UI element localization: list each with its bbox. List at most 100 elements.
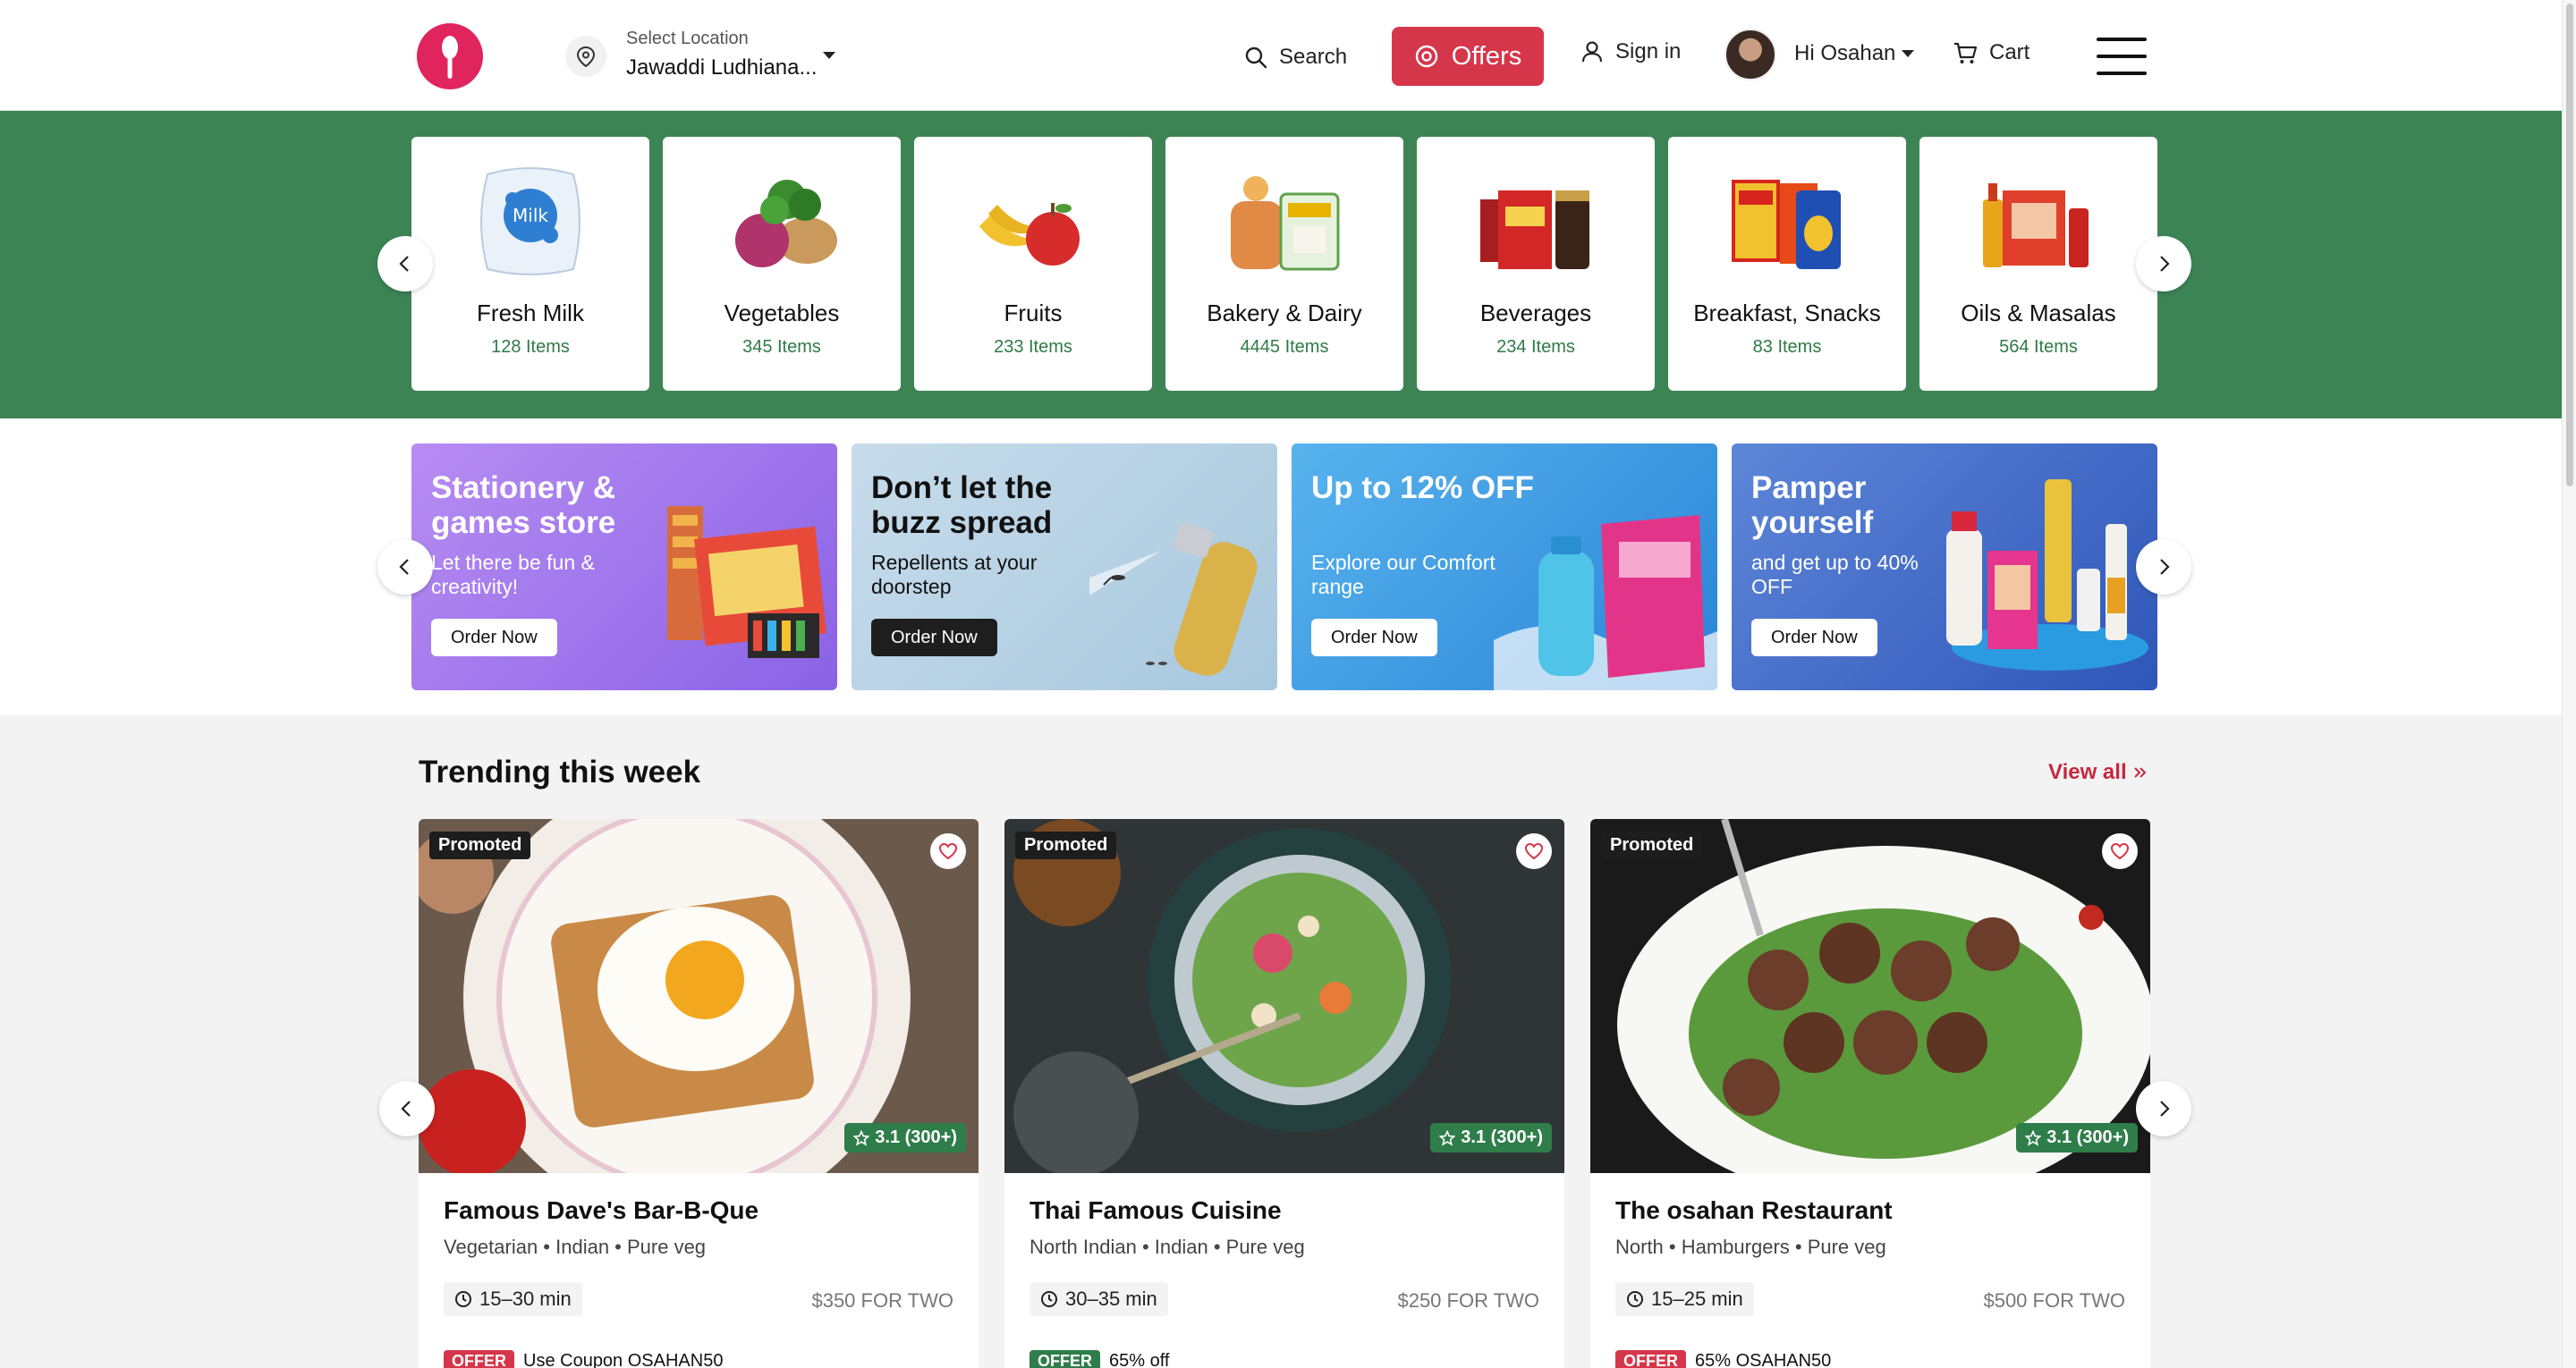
- category-name: Vegetables: [724, 300, 840, 326]
- promo-title: Stationery & games store: [431, 470, 616, 540]
- categories-prev-button[interactable]: [377, 236, 433, 291]
- restaurant-cuisine: North • Hamburgers • Pure veg: [1615, 1236, 1886, 1258]
- double-chevron-right-icon: [2133, 767, 2147, 778]
- promo-subtitle: and get up to 40% OFF: [1751, 551, 1919, 598]
- category-card-vegetables[interactable]: Vegetables 345 Items: [663, 137, 901, 391]
- category-card-fresh-milk[interactable]: Milk Fresh Milk 128 Items: [411, 137, 649, 391]
- promo-subtitle: Let there be fun & creativity!: [431, 551, 595, 598]
- category-card-beverages[interactable]: Beverages 234 Items: [1417, 137, 1655, 391]
- order-now-button[interactable]: Order Now: [431, 619, 557, 656]
- rating-value: 3.1 (300+): [2046, 1127, 2129, 1147]
- search-icon: [1245, 46, 1267, 69]
- page-scrollbar[interactable]: [2562, 0, 2576, 1368]
- promo-title: Don’t let the buzz spread: [871, 470, 1053, 540]
- category-card-bakery-dairy[interactable]: Bakery & Dairy 4445 Items: [1165, 137, 1403, 391]
- restaurant-name[interactable]: Thai Famous Cuisine: [1030, 1196, 1282, 1225]
- clock-icon: [455, 1291, 471, 1307]
- spoon-logo-icon[interactable]: [417, 23, 483, 89]
- cart-label: Cart: [1989, 40, 2030, 64]
- promos-next-button[interactable]: [2136, 539, 2191, 595]
- restaurant-offer: OFFER 65% off: [1030, 1350, 1169, 1368]
- restaurant-name[interactable]: The osahan Restaurant: [1615, 1196, 1893, 1225]
- user-menu[interactable]: Hi Osahan: [1794, 41, 1895, 66]
- oils-masalas-image: [1983, 183, 2089, 267]
- beverages-image: [1480, 190, 1589, 269]
- bakery-dairy-image: [1231, 176, 1340, 271]
- location-selector[interactable]: Jawaddi Ludhiana...: [626, 55, 818, 80]
- offer-target-icon: [1415, 45, 1437, 68]
- restaurant-card[interactable]: Promoted 3.1 (300+) Famous Dave's Bar-B-…: [419, 819, 979, 1368]
- view-all-link[interactable]: View all: [2048, 760, 2148, 785]
- hamburger-menu-icon[interactable]: [2097, 36, 2147, 77]
- promo-banner-comfort[interactable]: Up to 12% OFF Explore our Comfort range …: [1292, 443, 1717, 690]
- category-count: 128 Items: [491, 337, 570, 357]
- promoted-badge: Promoted: [429, 832, 531, 859]
- promo-title: Pamper yourself: [1751, 470, 1874, 540]
- price-for-two: $250 FOR TWO: [1397, 1289, 1539, 1312]
- price-for-two: $500 FOR TWO: [1983, 1289, 2125, 1312]
- trending-prev-button[interactable]: [379, 1081, 435, 1136]
- chevron-down-icon[interactable]: [823, 52, 835, 59]
- offer-tag: OFFER: [444, 1350, 514, 1368]
- favorite-button[interactable]: [930, 833, 966, 869]
- category-count: 345 Items: [742, 337, 821, 357]
- section-title: Trending this week: [419, 755, 701, 790]
- search-label: Search: [1279, 45, 1348, 69]
- milk-pack-image: Milk: [480, 167, 580, 275]
- promo-banner-pamper[interactable]: Pamper yourself and get up to 40% OFF Or…: [1732, 443, 2157, 690]
- order-now-button[interactable]: Order Now: [1751, 619, 1877, 656]
- chevron-down-icon[interactable]: [1902, 50, 1914, 57]
- order-now-button[interactable]: Order Now: [871, 619, 997, 656]
- clock-icon: [1627, 1291, 1643, 1307]
- star-icon: [1439, 1129, 1456, 1146]
- chevron-left-icon: [399, 559, 409, 575]
- favorite-button[interactable]: [1516, 833, 1552, 869]
- rating-badge: 3.1 (300+): [844, 1123, 966, 1153]
- rating-value: 3.1 (300+): [1461, 1127, 1543, 1147]
- promo-banner-stationery[interactable]: Stationery & games store Let there be fu…: [411, 443, 837, 690]
- category-card-fruits[interactable]: Fruits 233 Items: [914, 137, 1152, 391]
- category-card-oils-masalas[interactable]: Oils & Masalas 564 Items: [1919, 137, 2157, 391]
- category-name: Fresh Milk: [477, 300, 584, 326]
- user-icon: [1581, 41, 1603, 63]
- rating-badge: 3.1 (300+): [2016, 1123, 2138, 1153]
- promos-prev-button[interactable]: [377, 539, 433, 595]
- avatar[interactable]: [1724, 29, 1776, 80]
- category-name: Bakery & Dairy: [1207, 300, 1362, 326]
- chevron-right-icon: [2160, 559, 2170, 575]
- offer-text: 65% off: [1109, 1351, 1170, 1368]
- restaurant-name[interactable]: Famous Dave's Bar-B-Que: [444, 1196, 758, 1225]
- salad-bowl-food-image: [1004, 819, 1564, 1173]
- svg-text:Milk: Milk: [513, 205, 548, 226]
- category-count: 564 Items: [1999, 337, 2078, 357]
- categories-next-button[interactable]: [2136, 236, 2191, 291]
- category-count: 83 Items: [1752, 337, 1822, 357]
- search-link[interactable]: Search: [1243, 39, 1347, 75]
- cart-icon: [1954, 42, 1978, 63]
- restaurant-card[interactable]: Promoted 3.1 (300+) Thai Famous Cuisine …: [1004, 819, 1564, 1368]
- offers-button[interactable]: Offers: [1392, 27, 1544, 86]
- scrollbar-thumb[interactable]: [2566, 4, 2573, 486]
- offer-tag: OFFER: [1615, 1350, 1686, 1368]
- signin-link[interactable]: Sign in: [1580, 39, 1681, 64]
- egg-toast-food-image: [419, 819, 979, 1173]
- category-card-breakfast-snacks[interactable]: Breakfast, Snacks 83 Items: [1668, 137, 1906, 391]
- clock-icon: [1041, 1291, 1057, 1307]
- promo-banner-repellents[interactable]: Don’t let the buzz spread Repellents at …: [852, 443, 1277, 690]
- promo-subtitle: Explore our Comfort range: [1311, 551, 1496, 598]
- restaurant-offer: OFFER 65% OSAHAN50: [1615, 1350, 1831, 1368]
- category-count: 234 Items: [1496, 337, 1575, 357]
- category-name: Fruits: [1004, 300, 1063, 326]
- cart-link[interactable]: Cart: [1952, 39, 2029, 66]
- trending-next-button[interactable]: [2136, 1081, 2191, 1136]
- favorite-button[interactable]: [2102, 833, 2138, 869]
- order-now-button[interactable]: Order Now: [1311, 619, 1437, 656]
- offers-label: Offers: [1451, 41, 1522, 71]
- location-pin-icon[interactable]: [565, 36, 606, 77]
- fruits-image: [979, 203, 1080, 266]
- vegetables-image: [735, 180, 837, 267]
- restaurant-card[interactable]: Promoted 3.1 (300+) The osahan Restauran…: [1590, 819, 2150, 1368]
- delivery-time-value: 15–25 min: [1651, 1288, 1743, 1310]
- offer-text: Use Coupon OSAHAN50: [523, 1351, 724, 1368]
- star-icon: [853, 1129, 870, 1146]
